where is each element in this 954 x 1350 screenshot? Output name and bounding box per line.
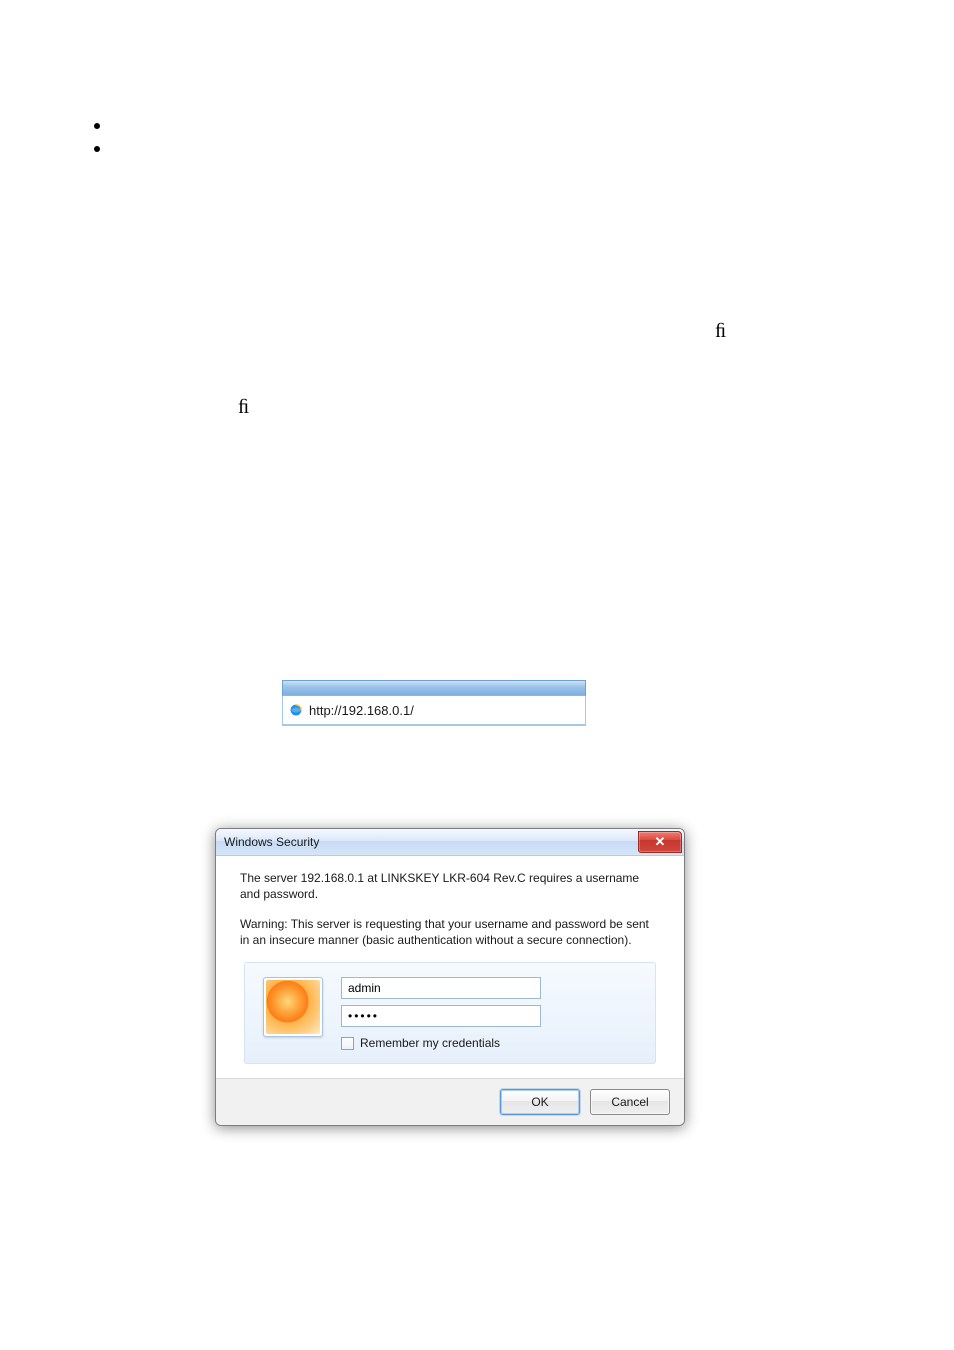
user-avatar (263, 977, 323, 1037)
close-icon: ✕ (655, 834, 666, 850)
address-field[interactable]: http://192.168.0.1/ (282, 696, 586, 726)
dialog-body: The server 192.168.0.1 at LINKSKEY LKR-6… (216, 856, 684, 1078)
address-url: http://192.168.0.1/ (309, 703, 414, 718)
dialog-message-1: The server 192.168.0.1 at LINKSKEY LKR-6… (240, 870, 660, 902)
cancel-button-label: Cancel (611, 1095, 648, 1109)
cancel-button[interactable]: Cancel (590, 1089, 670, 1115)
ligature-fi: ﬁ (238, 396, 249, 419)
dialog-titlebar[interactable]: Windows Security ✕ (216, 829, 684, 856)
remember-credentials-row[interactable]: Remember my credentials (341, 1035, 637, 1051)
ok-button[interactable]: OK (500, 1089, 580, 1115)
address-bar-figure: http://192.168.0.1/ (282, 680, 586, 728)
window-titlebar (282, 680, 586, 696)
ie-icon (289, 703, 303, 717)
dialog-footer: OK Cancel (216, 1078, 684, 1125)
credentials-panel: Remember my credentials (244, 962, 656, 1064)
dialog-message-2: Warning: This server is requesting that … (240, 916, 660, 948)
ligature-fi: ﬁ (715, 320, 726, 343)
username-input[interactable] (341, 977, 541, 999)
close-button[interactable]: ✕ (638, 831, 682, 853)
remember-checkbox[interactable] (341, 1037, 354, 1050)
password-input[interactable] (341, 1005, 541, 1027)
avatar-image (266, 980, 320, 1034)
bullet-item (94, 123, 100, 129)
credentials-fields: Remember my credentials (341, 977, 637, 1051)
ok-button-label: OK (531, 1095, 548, 1109)
dialog-title: Windows Security (224, 835, 319, 849)
bullet-item (94, 146, 100, 152)
remember-label: Remember my credentials (360, 1035, 500, 1051)
windows-security-dialog: Windows Security ✕ The server 192.168.0.… (215, 828, 685, 1126)
